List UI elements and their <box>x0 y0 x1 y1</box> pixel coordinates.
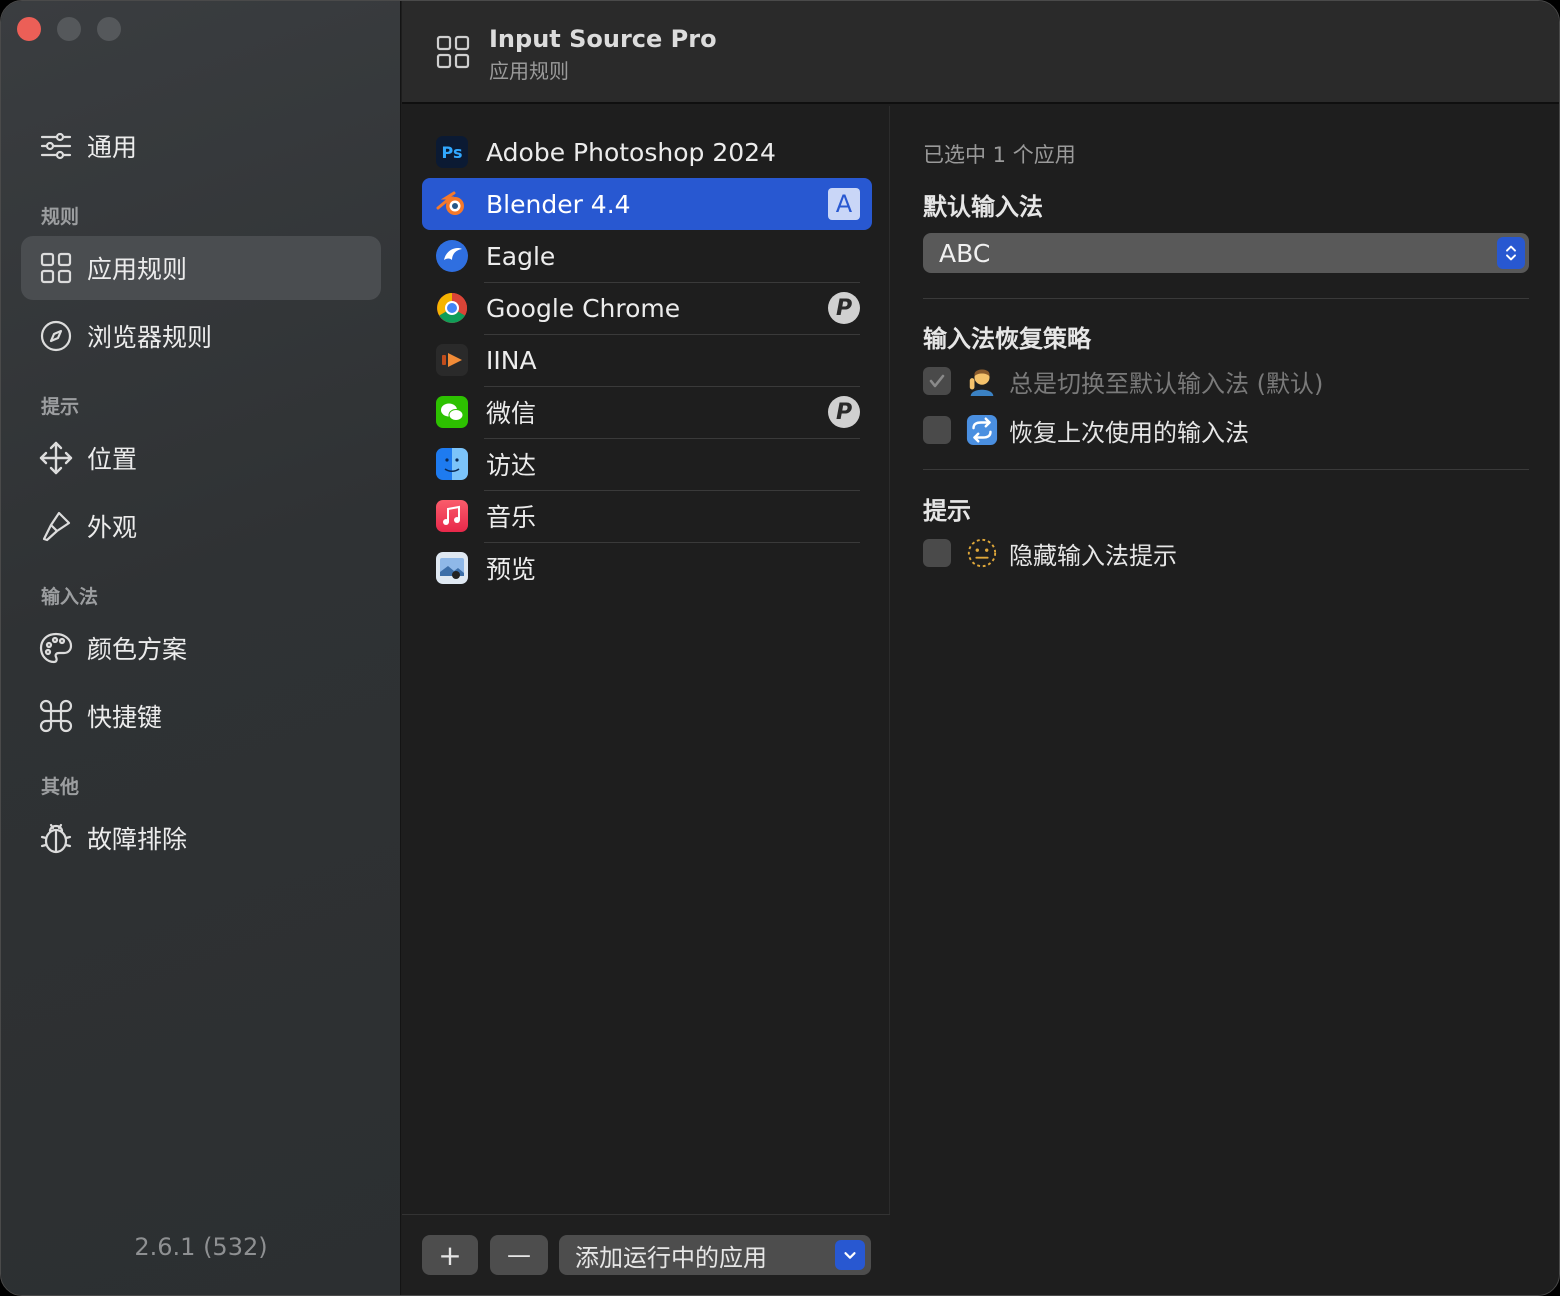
sidebar-item-app-rules[interactable]: 应用规则 <box>21 236 381 300</box>
paintbrush-icon <box>39 509 73 543</box>
app-window: 通用 规则 应用规则 浏览器规则 提示 位置 外观 输入法 颜色方案 快捷键 其… <box>0 0 1560 1296</box>
content-header: Input Source Pro 应用规则 <box>402 1 1559 104</box>
sidebar-item-label: 浏览器规则 <box>87 323 213 352</box>
restore-strategy-heading: 输入法恢复策略 <box>923 325 1091 353</box>
list-item-music[interactable]: 音乐 <box>422 490 872 543</box>
always-default-checkbox[interactable] <box>923 367 951 395</box>
window-title: Input Source Pro <box>489 25 717 53</box>
wechat-icon <box>436 396 468 428</box>
sidebar-item-label: 外观 <box>87 513 138 542</box>
repeat-arrows-icon <box>965 413 999 447</box>
app-name: Blender 4.4 <box>486 189 631 219</box>
default-input-select[interactable]: ABC <box>923 233 1529 273</box>
section-label-input: 输入法 <box>41 586 99 608</box>
close-button[interactable] <box>17 17 41 41</box>
chrome-icon <box>436 292 468 324</box>
list-item-finder[interactable]: 访达 <box>422 438 872 491</box>
list-toolbar: + — 添加运行中的应用 <box>402 1214 890 1295</box>
input-source-badge: P <box>828 292 860 324</box>
section-label-other: 其他 <box>41 776 80 798</box>
finder-icon <box>436 448 468 480</box>
eagle-icon <box>436 240 468 272</box>
hide-hint-option[interactable]: 隐藏输入法提示 <box>923 536 1177 570</box>
rule-detail-panel: 已选中 1 个应用 默认输入法 ABC 输入法恢复策略 总是切换至默认输入法 (… <box>891 106 1559 1295</box>
section-label-rules: 规则 <box>41 206 80 228</box>
selection-count: 已选中 1 个应用 <box>923 143 1076 167</box>
app-name: 音乐 <box>486 503 537 532</box>
grid-icon <box>39 251 73 285</box>
restore-last-used-option[interactable]: 恢复上次使用的输入法 <box>923 413 1249 447</box>
compass-icon <box>39 319 73 353</box>
music-icon <box>436 500 468 532</box>
window-controls <box>17 17 121 41</box>
sidebar-item-shortcuts[interactable]: 快捷键 <box>21 684 381 748</box>
app-name: IINA <box>486 345 537 375</box>
photoshop-icon: Ps <box>436 136 468 168</box>
selected-input-value: ABC <box>939 238 991 268</box>
sidebar-item-troubleshoot[interactable]: 故障排除 <box>21 806 381 870</box>
remove-app-button[interactable]: — <box>490 1235 548 1275</box>
sidebar-item-label: 应用规则 <box>87 255 188 284</box>
add-running-app-dropdown[interactable]: 添加运行中的应用 <box>559 1235 871 1275</box>
chevron-down-icon <box>835 1240 865 1270</box>
sidebar-item-label: 颜色方案 <box>87 635 188 664</box>
sidebar-item-browser-rules[interactable]: 浏览器规则 <box>21 304 381 368</box>
sidebar-item-appearance[interactable]: 外观 <box>21 494 381 558</box>
app-name: 预览 <box>486 555 537 584</box>
section-label-hints: 提示 <box>41 396 80 418</box>
app-name: Google Chrome <box>486 293 681 323</box>
add-app-button[interactable]: + <box>422 1235 478 1275</box>
sidebar-item-label: 位置 <box>87 445 138 474</box>
app-name: 访达 <box>486 451 537 480</box>
sidebar-item-general[interactable]: 通用 <box>21 114 381 178</box>
preview-icon <box>436 552 468 584</box>
list-item-photoshop[interactable]: Ps Adobe Photoshop 2024 <box>422 126 872 178</box>
command-icon <box>39 699 73 733</box>
input-source-badge: A <box>828 188 860 220</box>
list-item-eagle[interactable]: Eagle <box>422 230 872 283</box>
ladybug-icon <box>39 821 73 855</box>
restore-last-checkbox[interactable] <box>923 416 951 444</box>
sidebar-item-position[interactable]: 位置 <box>21 426 381 490</box>
app-list: Ps Adobe Photoshop 2024 Blender 4.4 A Ea… <box>402 106 890 1295</box>
blender-icon <box>436 188 468 220</box>
sidebar-item-label: 通用 <box>87 133 138 162</box>
grid-icon <box>436 35 470 69</box>
list-item-blender[interactable]: Blender 4.4 A <box>422 178 872 230</box>
person-gesturing-icon <box>965 364 999 398</box>
sidebar-item-label: 快捷键 <box>87 703 163 732</box>
version-label: 2.6.1 (532) <box>134 1233 268 1261</box>
list-item-wechat[interactable]: 微信 P <box>422 386 872 439</box>
window-subtitle: 应用规则 <box>489 59 569 83</box>
option-label: 总是切换至默认输入法 (默认) <box>1009 369 1324 398</box>
sidebar-item-color-scheme[interactable]: 颜色方案 <box>21 616 381 680</box>
dropdown-label: 添加运行中的应用 <box>575 1243 767 1272</box>
list-item-iina[interactable]: IINA <box>422 334 872 387</box>
list-item-chrome[interactable]: Google Chrome P <box>422 282 872 335</box>
divider <box>923 298 1529 299</box>
list-item-preview[interactable]: 预览 <box>422 542 872 594</box>
dotted-face-icon <box>965 536 999 570</box>
sidebar-item-label: 故障排除 <box>87 825 188 854</box>
option-label: 隐藏输入法提示 <box>1009 541 1177 570</box>
move-arrows-icon <box>39 441 73 475</box>
restore-always-default-option[interactable]: 总是切换至默认输入法 (默认) <box>923 364 1323 398</box>
hint-heading: 提示 <box>923 497 971 525</box>
app-name: 微信 <box>486 399 537 428</box>
option-label: 恢复上次使用的输入法 <box>1009 418 1249 447</box>
iina-icon <box>436 344 468 376</box>
divider <box>923 469 1529 470</box>
zoom-button[interactable] <box>97 17 121 41</box>
sidebar: 通用 规则 应用规则 浏览器规则 提示 位置 外观 输入法 颜色方案 快捷键 其… <box>1 1 401 1295</box>
hide-hint-checkbox[interactable] <box>923 539 951 567</box>
default-input-heading: 默认输入法 <box>923 193 1043 221</box>
input-source-badge: P <box>828 396 860 428</box>
app-name: Adobe Photoshop 2024 <box>486 137 776 167</box>
palette-icon <box>39 631 73 665</box>
app-name: Eagle <box>486 241 556 271</box>
minimize-button[interactable] <box>57 17 81 41</box>
sliders-icon <box>39 129 73 163</box>
chevron-up-down-icon <box>1497 237 1525 269</box>
